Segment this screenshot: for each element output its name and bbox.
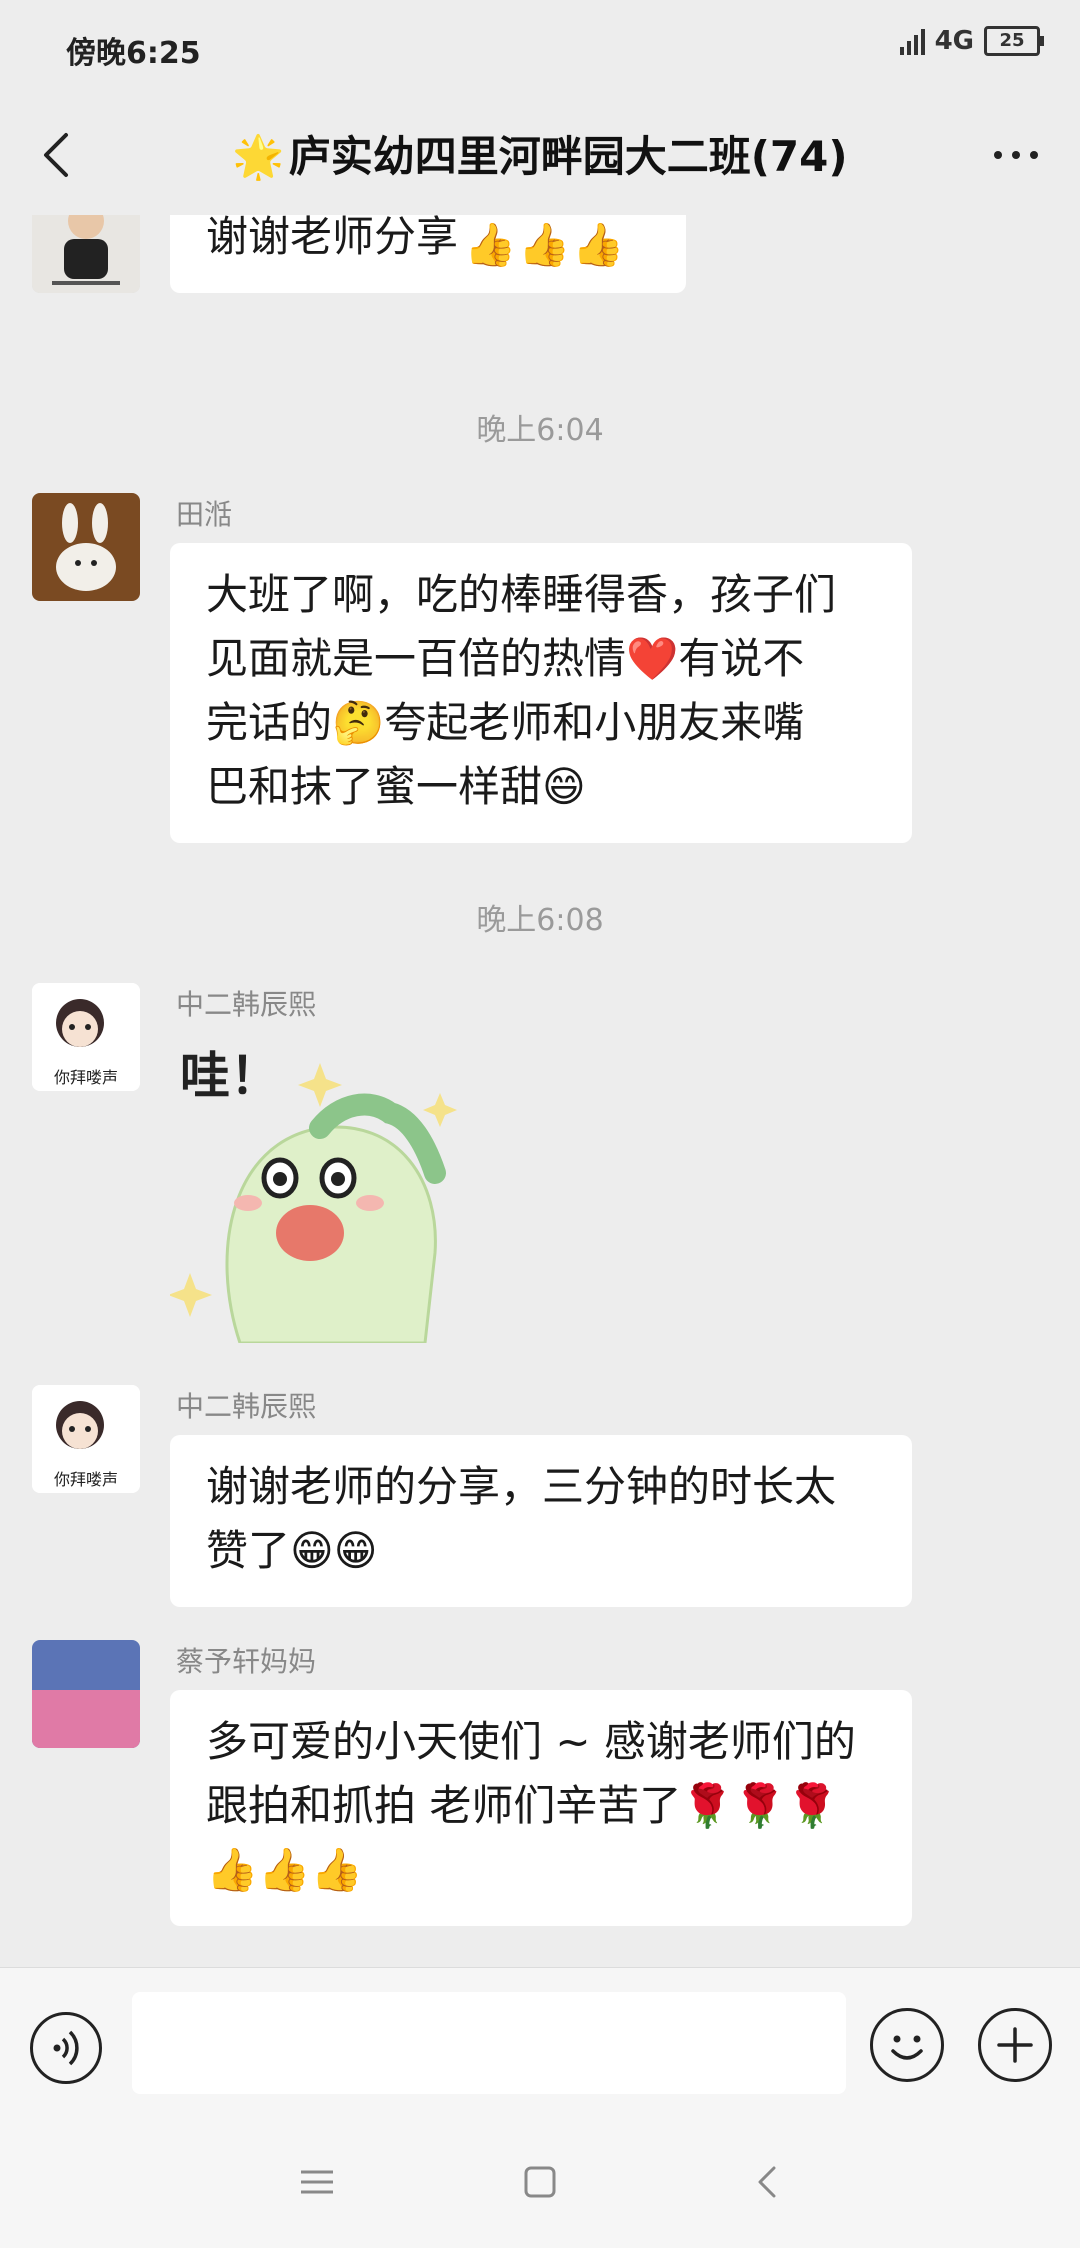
signal-icon [899, 27, 925, 55]
menu-icon [301, 2170, 333, 2194]
status-icons: 4G 25 [899, 26, 1044, 56]
meme-avatar-image: 你拜喽声 [32, 983, 140, 1091]
sticker-text: 哇！ [180, 1047, 280, 1105]
meme-avatar-image: 你拜喽声 [32, 1385, 140, 1493]
back-chevron-icon [758, 2166, 776, 2198]
avatar[interactable] [32, 215, 140, 293]
chat-header: 🌟庐实幼四里河畔园大二班(74) [0, 95, 1080, 215]
system-back-button[interactable] [748, 2162, 788, 2202]
smiley-icon [891, 2035, 923, 2060]
dot-icon [994, 151, 1002, 159]
message-bubble[interactable]: 谢谢老师的分享，三分钟的时长太 赞了😁😁 [170, 1435, 912, 1607]
sender-name: 中二韩辰熙 [176, 1390, 317, 1423]
message-line: 多可爱的小天使们 ~ 感谢老师们的 [206, 1717, 856, 1766]
avatar[interactable] [32, 1640, 140, 1748]
avatar[interactable]: 你拜喽声 [32, 1385, 140, 1493]
more-actions-button[interactable] [978, 2008, 1052, 2082]
dot-icon [1030, 151, 1038, 159]
message-line: 赞了😁😁 [206, 1526, 378, 1575]
square-icon [524, 2166, 556, 2198]
system-navigation-bar [0, 2117, 1080, 2248]
message-line: 巴和抹了蜜一样甜😄 [206, 762, 586, 811]
emoji-button[interactable] [870, 2008, 944, 2082]
star-icon: 🌟 [232, 132, 285, 181]
voice-icon [53, 2030, 79, 2066]
input-bar [0, 1967, 1080, 2118]
message-line: 见面就是一百倍的热情❤️有说不 [206, 634, 805, 683]
status-bar: 傍晚6:25 4G 25 [0, 0, 1080, 95]
status-time: 傍晚6:25 [66, 36, 201, 71]
network-label: 4G [934, 26, 974, 56]
dot-icon [1012, 151, 1020, 159]
avatar[interactable] [32, 493, 140, 601]
timestamp: 晚上6:04 [476, 413, 604, 448]
message-text: 谢谢老师分享 [206, 215, 459, 261]
message-line: 跟拍和抓拍 老师们辛苦了🌹🌹🌹 [206, 1781, 839, 1830]
avatar-caption: 你拜喽声 [54, 1470, 118, 1489]
thumbs-up-icon: 👍 [572, 220, 625, 269]
sender-name: 中二韩辰熙 [176, 988, 317, 1021]
message-line: 👍👍👍 [206, 1845, 363, 1894]
message-line: 谢谢老师的分享，三分钟的时长太 [206, 1462, 837, 1511]
thumbs-up-icon: 👍 [518, 220, 571, 269]
sky-avatar-image [32, 1640, 140, 1748]
bunny-avatar-image [32, 493, 140, 601]
avatar[interactable]: 你拜喽声 [32, 983, 140, 1091]
avatar-caption: 你拜喽声 [54, 1068, 118, 1087]
message-line: 完话的🤔夸起老师和小朋友来嘴 [206, 698, 805, 747]
more-button[interactable] [986, 135, 1046, 175]
battery-icon: 25 [984, 26, 1044, 56]
message-line: 大班了啊，吃的棒睡得香，孩子们 [206, 570, 837, 619]
home-button[interactable] [520, 2162, 560, 2202]
menu-button[interactable] [297, 2162, 337, 2202]
back-button[interactable] [30, 125, 90, 185]
timestamp: 晚上6:08 [476, 903, 604, 938]
child-avatar-image [32, 215, 140, 293]
chat-title-text: 庐实幼四里河畔园大二班(74) [288, 132, 848, 181]
dinosaur-sticker-image: 哇！ [168, 1047, 457, 1345]
chat-title: 🌟庐实幼四里河畔园大二班(74) [140, 123, 940, 184]
thumbs-up-icon: 👍 [464, 220, 517, 269]
message-bubble[interactable]: 谢谢老师分享 👍👍👍 [170, 215, 686, 293]
back-arrow-icon [44, 133, 68, 177]
plus-icon [997, 2027, 1033, 2063]
voice-button[interactable] [30, 2012, 102, 2084]
sender-name: 蔡予轩妈妈 [176, 1645, 317, 1678]
message-bubble[interactable]: 多可爱的小天使们 ~ 感谢老师们的 跟拍和抓拍 老师们辛苦了🌹🌹🌹 👍👍👍 [170, 1690, 912, 1926]
sticker-message[interactable]: 哇！ [168, 1033, 490, 1345]
sender-name: 田湉 [176, 498, 233, 531]
message-bubble[interactable]: 大班了啊，吃的棒睡得香，孩子们 见面就是一百倍的热情❤️有说不 完话的🤔夸起老师… [170, 543, 912, 843]
message-input[interactable] [132, 1992, 846, 2094]
message-list[interactable]: 谢谢老师分享 👍👍👍 晚上6:04 田湉 大班了啊，吃的棒睡得香，孩子们 见面就是… [0, 215, 1080, 1967]
